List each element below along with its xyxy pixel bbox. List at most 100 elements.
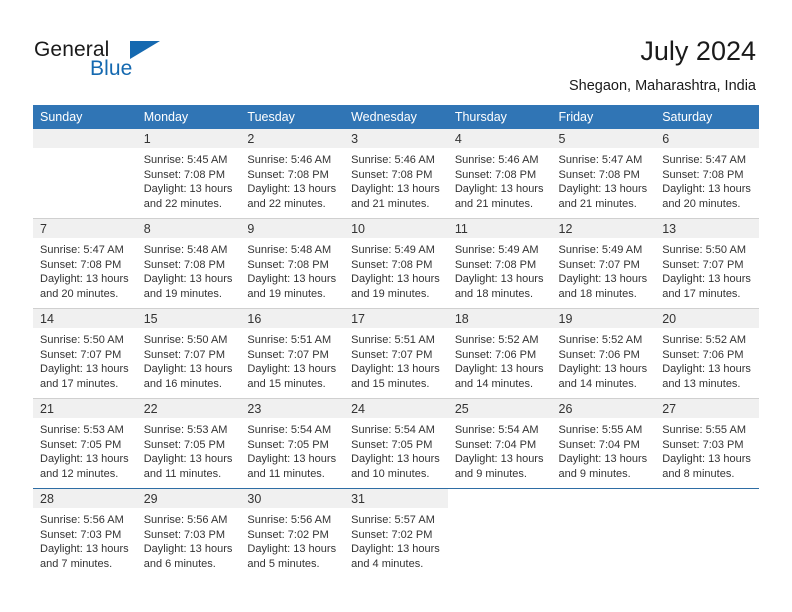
calendar-day-cell[interactable]: 8 Sunrise: 5:48 AM Sunset: 7:08 PM Daylight… [136,218,241,309]
day-detail-line: Sunset: 7:08 PM [454,258,537,271]
day-detail-line: Sunrise: 5:54 AM [351,424,435,436]
day-detail-line: Sunrise: 5:52 AM [454,334,539,346]
day-detail-line: and 15 minutes. [351,377,430,390]
day-details: Sunrise: 5:49 AM Sunset: 7:08 PM Daylight:… [344,238,448,301]
calendar-day-cell[interactable]: 7 Sunrise: 5:47 AM Sunset: 7:08 PM Daylight… [33,218,137,309]
day-cell-inner: 24 Sunrise: 5:54 AM Sunset: 7:05 PM Dayligh… [344,399,448,488]
day-cell-inner: 15 Sunrise: 5:50 AM Sunset: 7:07 PM Dayligh… [136,309,241,398]
day-detail-line: Sunrise: 5:56 AM [247,514,332,526]
day-detail-line: Sunset: 7:08 PM [40,258,122,271]
calendar-day-cell[interactable]: 25 Sunrise: 5:54 AM Sunset: 7:04 PM Dayligh… [447,398,552,489]
calendar-day-cell[interactable]: 29 Sunrise: 5:56 AM Sunset: 7:03 PM Dayligh… [136,488,241,578]
calendar-day-cell[interactable]: 26 Sunrise: 5:55 AM Sunset: 7:04 PM Dayligh… [551,398,656,489]
day-number: 13 [655,219,759,238]
calendar-day-cell[interactable]: 14 Sunrise: 5:50 AM Sunset: 7:07 PM Dayligh… [33,308,137,399]
day-detail-line: Sunrise: 5:49 AM [558,244,643,256]
day-detail-line: Sunrise: 5:50 AM [40,334,124,346]
day-number: 31 [344,489,448,508]
calendar-day-cell[interactable]: 31 Sunrise: 5:57 AM Sunset: 7:02 PM Dayligh… [344,488,448,578]
calendar-day-cell[interactable]: 15 Sunrise: 5:50 AM Sunset: 7:07 PM Dayligh… [136,308,241,399]
day-number: 26 [551,399,656,418]
day-detail-line: Sunrise: 5:53 AM [40,424,124,436]
day-number: 11 [447,219,552,238]
weekday-header-monday: Monday [136,105,241,129]
day-detail-line: and 18 minutes. [454,287,534,300]
day-detail-line: Sunset: 7:02 PM [351,528,433,541]
weekday-header-row: Sunday Monday Tuesday Wednesday Thursday Frid… [33,105,759,129]
day-number: 20 [655,309,759,328]
weekday-header-saturday: Saturday [655,105,759,129]
calendar-day-cell[interactable]: 23 Sunrise: 5:54 AM Sunset: 7:05 PM Dayligh… [240,398,345,489]
calendar-day-cell[interactable]: 4 Sunrise: 5:46 AM Sunset: 7:08 PM Daylight… [447,129,552,219]
day-detail-line: and 18 minutes. [558,287,637,300]
day-detail-line: and 20 minutes. [662,197,741,210]
day-number: 30 [240,489,345,508]
day-detail-line: Daylight: 13 hours [558,273,648,286]
calendar-day-cell[interactable]: 12 Sunrise: 5:49 AM Sunset: 7:07 PM Dayligh… [551,218,656,309]
calendar-day-cell[interactable]: 11 Sunrise: 5:49 AM Sunset: 7:08 PM Dayligh… [447,218,552,309]
calendar-header-row: Sunday Monday Tuesday Wednesday Thursday Frid… [33,105,759,129]
day-cell-inner: 13 Sunrise: 5:50 AM Sunset: 7:07 PM Dayligh… [655,219,759,308]
day-detail-line: Sunset: 7:07 PM [40,348,122,361]
calendar-day-cell[interactable]: 5 Sunrise: 5:47 AM Sunset: 7:08 PM Daylight… [551,129,656,219]
day-detail-line: and 19 minutes. [351,287,430,300]
calendar-day-cell[interactable]: 3 Sunrise: 5:46 AM Sunset: 7:08 PM Daylight… [344,129,448,219]
day-detail-line: and 20 minutes. [40,287,119,300]
day-detail-line: Sunset: 7:08 PM [558,168,640,181]
calendar-day-cell[interactable]: 17 Sunrise: 5:51 AM Sunset: 7:07 PM Dayligh… [344,308,448,399]
day-cell-inner: 9 Sunrise: 5:48 AM Sunset: 7:08 PM Daylight… [240,219,345,308]
calendar-week-row: 7 Sunrise: 5:47 AM Sunset: 7:08 PM Daylight… [33,218,759,309]
calendar-day-cell[interactable]: 21 Sunrise: 5:53 AM Sunset: 7:05 PM Dayligh… [33,398,137,489]
calendar-day-cell[interactable]: 6 Sunrise: 5:47 AM Sunset: 7:08 PM Daylight… [655,129,759,219]
calendar-day-cell[interactable]: 20 Sunrise: 5:52 AM Sunset: 7:06 PM Dayligh… [655,308,759,399]
calendar-day-cell[interactable]: 19 Sunrise: 5:52 AM Sunset: 7:06 PM Dayligh… [551,308,656,399]
calendar-week-row: 1 Sunrise: 5:45 AM Sunset: 7:08 PM Daylight… [33,129,759,219]
day-details: Sunrise: 5:50 AM Sunset: 7:07 PM Daylight:… [655,238,759,301]
day-detail-line: Sunrise: 5:50 AM [143,334,228,346]
calendar-day-cell[interactable]: 1 Sunrise: 5:45 AM Sunset: 7:08 PM Daylight… [136,129,241,219]
day-number [551,489,656,508]
day-cell-inner: 26 Sunrise: 5:55 AM Sunset: 7:04 PM Dayligh… [551,399,656,488]
day-detail-line: Daylight: 13 hours [247,183,337,196]
weekday-header-thursday: Thursday [447,105,552,129]
day-detail-line: and 19 minutes. [247,287,326,300]
triangle-icon [130,41,160,59]
calendar-day-cell[interactable]: 13 Sunrise: 5:50 AM Sunset: 7:07 PM Dayligh… [655,218,759,309]
day-detail-line: and 9 minutes. [558,467,631,480]
day-details: Sunrise: 5:53 AM Sunset: 7:05 PM Daylight:… [137,418,241,481]
calendar-day-cell[interactable]: 27 Sunrise: 5:55 AM Sunset: 7:03 PM Dayligh… [655,398,759,489]
day-detail-line: Daylight: 13 hours [247,453,337,466]
day-details: Sunrise: 5:48 AM Sunset: 7:08 PM Daylight:… [137,238,241,301]
day-detail-line: Sunset: 7:03 PM [662,438,744,451]
day-detail-line: Daylight: 13 hours [143,363,233,376]
calendar-day-cell[interactable]: 10 Sunrise: 5:49 AM Sunset: 7:08 PM Dayligh… [344,218,448,309]
day-details: Sunrise: 5:57 AM Sunset: 7:02 PM Daylight:… [344,508,448,571]
page-title: July 2024 [640,36,756,66]
calendar-day-cell[interactable]: 9 Sunrise: 5:48 AM Sunset: 7:08 PM Daylight… [240,218,345,309]
day-number: 3 [344,129,448,148]
calendar-day-cell[interactable]: 28 Sunrise: 5:56 AM Sunset: 7:03 PM Dayligh… [33,488,137,578]
day-detail-line: and 21 minutes. [351,197,430,210]
calendar-day-cell[interactable]: 16 Sunrise: 5:51 AM Sunset: 7:07 PM Dayligh… [240,308,345,399]
day-cell-inner: 6 Sunrise: 5:47 AM Sunset: 7:08 PM Daylight… [655,129,759,218]
weekday-header-sunday: Sunday [33,105,137,129]
day-detail-line: Daylight: 13 hours [351,453,440,466]
day-number: 7 [33,219,137,238]
day-number: 12 [551,219,656,238]
calendar-day-cell[interactable]: 18 Sunrise: 5:52 AM Sunset: 7:06 PM Dayligh… [447,308,552,399]
weekday-header-wednesday: Wednesday [344,105,448,129]
calendar-table: Sunday Monday Tuesday Wednesday Thursday Frid… [33,105,759,578]
day-number: 8 [136,219,241,238]
calendar-day-cell[interactable]: 2 Sunrise: 5:46 AM Sunset: 7:08 PM Daylight… [240,129,345,219]
day-details: Sunrise: 5:45 AM Sunset: 7:08 PM Daylight:… [137,148,241,211]
day-detail-line: Daylight: 13 hours [40,273,129,286]
day-detail-line: Sunset: 7:04 PM [454,438,537,451]
day-cell-inner: 21 Sunrise: 5:53 AM Sunset: 7:05 PM Dayligh… [33,399,137,488]
day-cell-inner [551,489,656,578]
day-detail-line: and 12 minutes. [40,467,119,480]
calendar-day-cell[interactable]: 24 Sunrise: 5:54 AM Sunset: 7:05 PM Dayligh… [344,398,448,489]
calendar-day-cell[interactable]: 22 Sunrise: 5:53 AM Sunset: 7:05 PM Dayligh… [136,398,241,489]
day-detail-line: Sunset: 7:08 PM [143,168,226,181]
day-cell-inner: 7 Sunrise: 5:47 AM Sunset: 7:08 PM Daylight… [33,219,137,308]
calendar-day-cell[interactable]: 30 Sunrise: 5:56 AM Sunset: 7:02 PM Dayligh… [240,488,345,578]
